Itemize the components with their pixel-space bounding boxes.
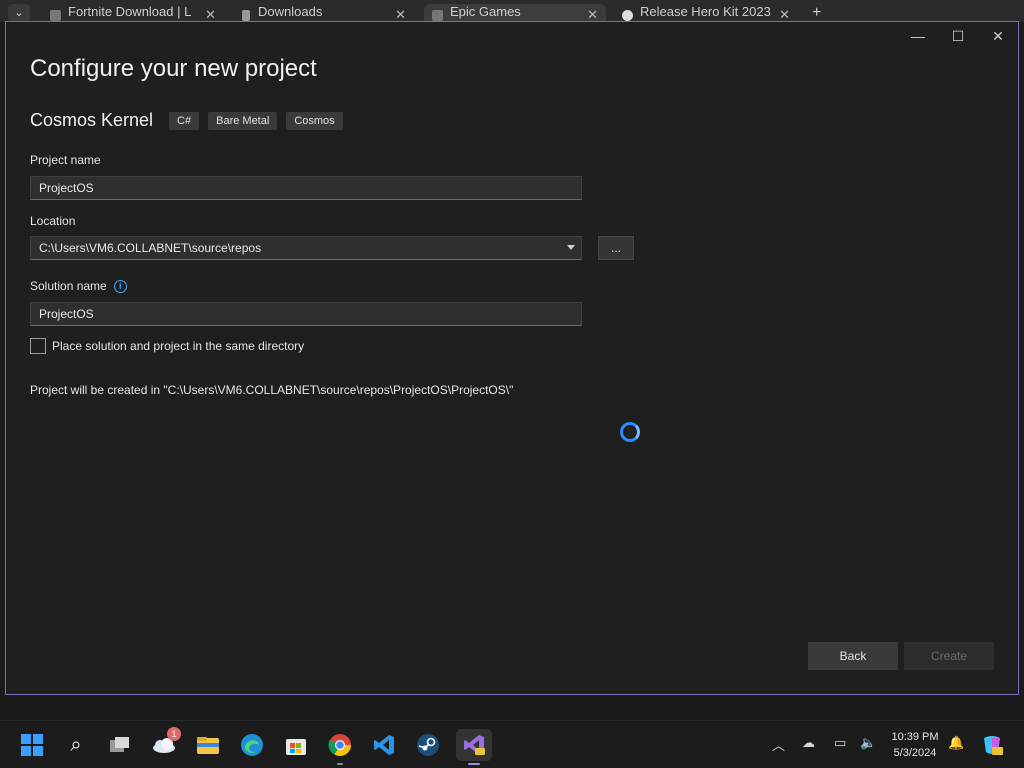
notification-badge: 1: [167, 727, 181, 741]
same-directory-label: Place solution and project in the same d…: [52, 339, 305, 353]
steam-icon[interactable]: [414, 731, 442, 759]
browser-tab-release[interactable]: Release Hero Kit 2023 ✕: [614, 4, 798, 22]
show-hidden-icons-chevron-icon[interactable]: ︿: [772, 735, 785, 754]
tag-language: C#: [169, 111, 200, 130]
network-monitor-icon[interactable]: ▭: [834, 735, 846, 751]
microsoft-store-icon[interactable]: [282, 731, 310, 759]
task-view-icon[interactable]: [106, 731, 134, 759]
location-combobox[interactable]: C:\Users\VM6.COLLABNET\source\repos: [30, 236, 582, 260]
solution-name-input[interactable]: ProjectOS: [30, 302, 582, 326]
active-indicator: [468, 763, 480, 765]
clock-date: 5/3/2024: [893, 747, 937, 759]
tab-list-chevron-icon[interactable]: ⌄: [8, 4, 30, 22]
tag-project-type: Cosmos: [286, 111, 343, 130]
vs-code-icon[interactable]: [370, 731, 398, 759]
dropdown-arrow-icon[interactable]: [567, 245, 575, 250]
configure-project-dialog: — ☐ ✕ Configure your new project Cosmos …: [5, 21, 1019, 695]
tab-close-icon[interactable]: ✕: [587, 7, 598, 22]
tab-close-icon[interactable]: ✕: [205, 7, 216, 22]
system-clock[interactable]: 10:39 PM 5/3/2024: [880, 729, 950, 761]
window-controls: — ☐ ✕: [898, 22, 1018, 50]
template-name: Cosmos Kernel: [30, 110, 154, 130]
browser-tab-label: Release Hero Kit 2023: [640, 4, 771, 19]
browser-tab-label: Fortnite Download | L: [68, 4, 192, 19]
minimize-icon[interactable]: —: [898, 22, 938, 50]
location-label: Location: [30, 214, 76, 228]
browser-tab-fortnite[interactable]: Fortnite Download | L ✕: [42, 4, 224, 22]
same-directory-checkbox[interactable]: [30, 338, 46, 354]
running-indicator: [337, 763, 343, 765]
tag-platform: Bare Metal: [208, 111, 278, 130]
new-tab-plus-icon[interactable]: +: [812, 4, 821, 22]
create-button[interactable]: Create: [904, 642, 994, 670]
maximize-icon[interactable]: ☐: [938, 22, 978, 50]
browser-tab-downloads[interactable]: Downloads ✕: [232, 4, 414, 22]
download-icon: [242, 10, 250, 21]
project-path-note: Project will be created in "C:\Users\VM6…: [30, 383, 514, 397]
file-explorer-icon[interactable]: [194, 731, 222, 759]
browser-tab-strip: ⌄ Fortnite Download | L ✕ Downloads ✕ Ep…: [0, 0, 1024, 22]
location-value: C:\Users\VM6.COLLABNET\source\repos: [39, 241, 262, 255]
browser-tab-label: Downloads: [258, 4, 323, 19]
volume-muted-icon[interactable]: 🔈: [860, 735, 876, 751]
page-favicon-icon: [50, 10, 61, 21]
solution-name-label: Solution name: [30, 279, 107, 293]
copilot-icon[interactable]: [978, 731, 1006, 759]
notification-bell-icon[interactable]: 🔔: [948, 735, 964, 751]
page-favicon-icon: [432, 10, 443, 21]
onedrive-cloud-icon[interactable]: ☁: [802, 735, 815, 751]
browse-location-button[interactable]: ...: [598, 236, 634, 260]
solution-name-label-row: Solution name i: [30, 279, 127, 293]
loading-spinner-icon: [620, 422, 640, 442]
start-windows-icon[interactable]: [18, 731, 46, 759]
clock-time: 10:39 PM: [891, 731, 939, 743]
close-icon[interactable]: ✕: [978, 22, 1018, 50]
tab-close-icon[interactable]: ✕: [779, 7, 790, 22]
weather-widget-icon[interactable]: 1: [150, 727, 181, 759]
project-name-input[interactable]: ProjectOS: [30, 176, 582, 200]
chrome-browser-icon[interactable]: [326, 731, 354, 759]
search-icon[interactable]: ⌕: [62, 731, 90, 759]
visual-studio-preview-icon[interactable]: [456, 729, 492, 761]
template-info: Cosmos Kernel C# Bare Metal Cosmos: [30, 110, 352, 131]
info-icon[interactable]: i: [113, 279, 127, 293]
browser-tab-epic-games[interactable]: Epic Games ✕: [424, 4, 606, 22]
same-directory-option[interactable]: Place solution and project in the same d…: [30, 338, 304, 354]
back-button[interactable]: Back: [808, 642, 898, 670]
project-name-label: Project name: [30, 153, 101, 167]
page-title: Configure your new project: [30, 55, 317, 82]
taskbar: ⌕ 1 ︿ ☁ ▭ 🔈 10:39 PM 5/3/2024 🔔: [0, 720, 1024, 768]
browser-tab-label: Epic Games: [450, 4, 521, 19]
github-icon: [622, 10, 633, 21]
edge-browser-icon[interactable]: [238, 731, 266, 759]
tab-close-icon[interactable]: ✕: [395, 7, 406, 22]
